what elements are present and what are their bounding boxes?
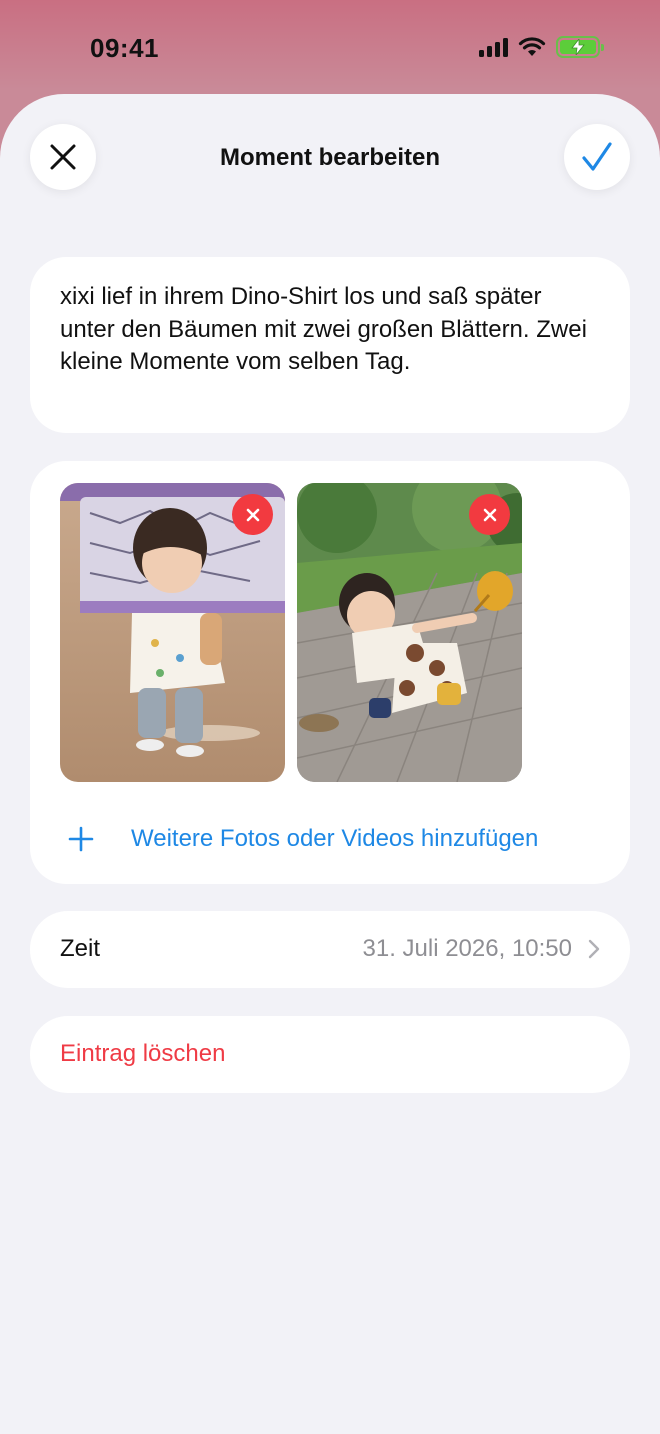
remove-icon bbox=[246, 508, 259, 521]
remove-photo-button[interactable] bbox=[469, 494, 510, 535]
add-media-label: Weitere Fotos oder Videos hinzufügen bbox=[131, 825, 539, 852]
media-card: Weitere Fotos oder Videos hinzufügen bbox=[30, 461, 630, 884]
checkmark-icon bbox=[582, 142, 612, 171]
remove-photo-button[interactable] bbox=[232, 494, 273, 535]
edit-moment-sheet: Moment bearbeiten xixi lief in ihrem Din… bbox=[0, 94, 660, 1434]
delete-entry-button[interactable]: Eintrag löschen bbox=[30, 1016, 630, 1093]
wifi-icon bbox=[518, 37, 546, 56]
delete-entry-label: Eintrag löschen bbox=[60, 1040, 226, 1067]
add-media-button[interactable]: Weitere Fotos oder Videos hinzufügen bbox=[67, 825, 538, 853]
cellular-signal-icon bbox=[479, 37, 508, 57]
status-icons bbox=[479, 36, 604, 58]
description-text[interactable]: xixi lief in ihrem Dino-Shirt los und sa… bbox=[60, 281, 600, 379]
time-label: Zeit bbox=[60, 935, 101, 962]
time-value: 31. Juli 2026, 10:50 bbox=[362, 935, 573, 962]
status-bar: 09:41 bbox=[0, 0, 660, 96]
remove-icon bbox=[483, 508, 496, 521]
chevron-right-icon bbox=[588, 939, 600, 959]
page-title: Moment bearbeiten bbox=[219, 144, 441, 171]
media-thumbnail[interactable] bbox=[60, 483, 285, 782]
status-time: 09:41 bbox=[90, 33, 159, 63]
media-thumbnail[interactable] bbox=[297, 483, 522, 782]
plus-icon bbox=[68, 826, 94, 852]
battery-charging-icon bbox=[556, 36, 604, 58]
description-card[interactable]: xixi lief in ihrem Dino-Shirt los und sa… bbox=[30, 257, 630, 433]
save-button[interactable] bbox=[564, 124, 630, 190]
time-row[interactable]: Zeit 31. Juli 2026, 10:50 bbox=[30, 911, 630, 988]
